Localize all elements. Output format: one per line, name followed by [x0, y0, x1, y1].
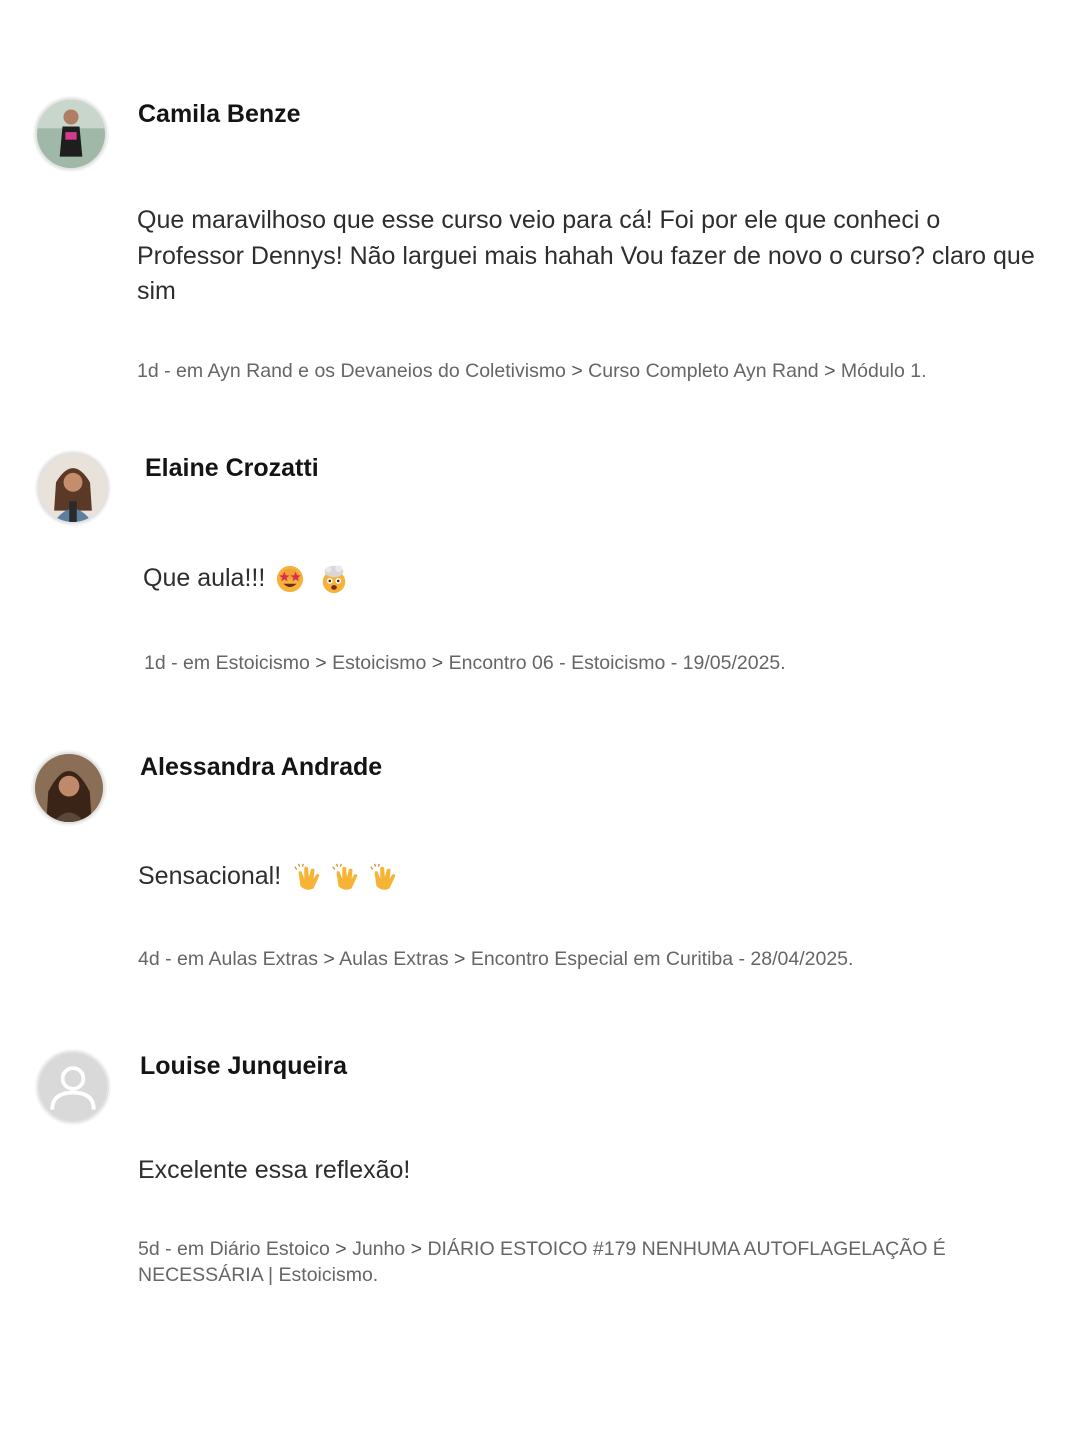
breadcrumb-link[interactable]: Diário Estoico [210, 1238, 330, 1260]
user-photo-icon [37, 100, 105, 168]
comment-text: Sensacional! [138, 859, 1038, 895]
breadcrumb-link[interactable]: Encontro 06 - Estoicismo - 19/05/2025. [449, 652, 786, 674]
breadcrumb-link[interactable]: Aulas Extras [208, 948, 317, 970]
comment-text: Que aula!!! [143, 561, 1043, 597]
comment-author[interactable]: Camila Benze [138, 100, 301, 129]
avatar[interactable] [33, 752, 105, 824]
avatar[interactable] [35, 98, 107, 170]
breadcrumb-link[interactable]: Encontro Especial em Curitiba - 28/04/20… [471, 948, 854, 970]
breadcrumb-link[interactable]: Estoicismo [216, 652, 310, 674]
clapping-hands-emoji-icon [369, 862, 399, 892]
breadcrumb-link[interactable]: Aulas Extras [339, 948, 448, 970]
breadcrumb-link[interactable]: Ayn Rand e os Devaneios do Coletivismo [207, 360, 565, 382]
exploding-head-emoji-icon [319, 564, 349, 594]
user-photo-icon [39, 454, 107, 522]
clapping-hands-emoji-icon [293, 862, 323, 892]
avatar[interactable] [37, 1051, 109, 1123]
comment-text: Que maravilhoso que esse curso veio para… [137, 206, 1035, 305]
comment-meta: 5d - em Diário Estoico > Junho > DIÁRIO … [138, 1238, 946, 1286]
comment-author[interactable]: Alessandra Andrade [140, 753, 382, 782]
comment-meta: 1d - em Estoicismo > Estoicismo > Encont… [144, 652, 786, 674]
comment-age: 4d [138, 948, 160, 970]
comment-meta: 4d - em Aulas Extras > Aulas Extras > En… [138, 948, 854, 970]
breadcrumb-link[interactable]: Estoicismo [332, 652, 426, 674]
breadcrumb-link[interactable]: Curso Completo Ayn Rand [588, 360, 819, 382]
breadcrumb-link[interactable]: Junho [352, 1238, 405, 1260]
avatar[interactable] [37, 452, 109, 524]
default-user-icon [39, 1053, 107, 1121]
comment-author[interactable]: Elaine Crozatti [145, 454, 319, 483]
comment-text: Excelente essa reflexão! [138, 1156, 411, 1184]
comment-age: 5d [138, 1238, 160, 1260]
comment-author[interactable]: Louise Junqueira [140, 1052, 347, 1081]
breadcrumb-link[interactable]: Módulo 1. [841, 360, 927, 382]
comment-age: 1d [144, 652, 166, 674]
user-photo-icon [35, 754, 103, 822]
star-struck-emoji-icon [275, 564, 305, 594]
clapping-hands-emoji-icon [331, 862, 361, 892]
comment-meta: 1d - em Ayn Rand e os Devaneios do Colet… [137, 360, 927, 382]
comment-age: 1d [137, 360, 159, 382]
